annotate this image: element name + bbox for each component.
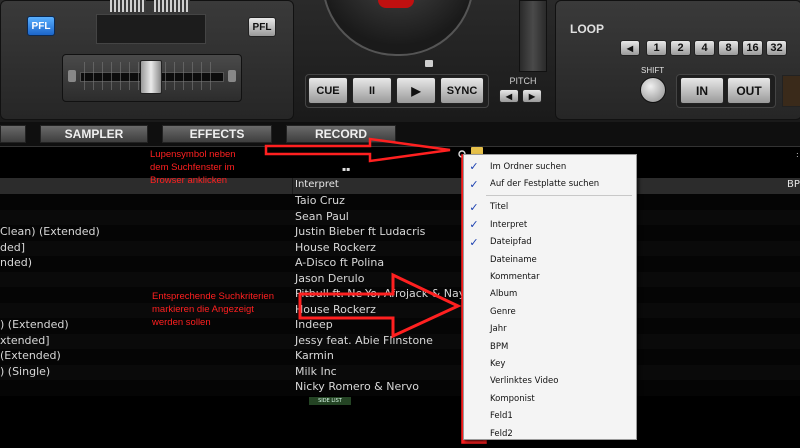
menu-item-label: Key: [490, 359, 506, 370]
menu-item-label: Auf der Festplatte suchen: [490, 179, 600, 190]
menu-item[interactable]: BPM: [464, 338, 636, 355]
checkmark-icon[interactable]: ✓: [464, 236, 484, 249]
menu-item[interactable]: Verlinktes Video: [464, 373, 636, 390]
menu-separator: [486, 194, 632, 196]
menu-item[interactable]: Feld1: [464, 408, 636, 425]
menu-item-label: Jahr: [490, 324, 507, 335]
menu-item-label: Kommentar: [490, 272, 540, 283]
menu-item[interactable]: Komponist: [464, 390, 636, 407]
menu-item-label: Feld1: [490, 411, 513, 422]
menu-item-label: Dateiname: [490, 254, 537, 265]
menu-item-label: Dateipfad: [490, 237, 532, 248]
search-criteria-menu: ✓ Im Ordner suchen ✓ Auf der Festplatte suc…: [463, 154, 637, 440]
menu-item-label: Im Ordner suchen: [490, 161, 567, 172]
annotation-arrow-criteria: [298, 272, 462, 339]
menu-item[interactable]: Album: [464, 286, 636, 303]
menu-item-label: Album: [490, 289, 518, 300]
menu-item[interactable]: ✓ Titel: [464, 199, 636, 216]
menu-item-label: Feld2: [490, 428, 513, 439]
menu-item-label: Verlinktes Video: [490, 376, 559, 387]
menu-item[interactable]: Key: [464, 355, 636, 372]
menu-item[interactable]: Dateiname: [464, 251, 636, 268]
menu-item-label: Komponist: [490, 393, 535, 404]
annotation-arrow-search: [264, 137, 451, 163]
checkmark-icon[interactable]: ✓: [464, 160, 484, 173]
menu-item-label: Titel: [490, 202, 509, 213]
menu-item[interactable]: Feld2: [464, 425, 636, 442]
menu-item-label: Genre: [490, 306, 516, 317]
checkmark-icon[interactable]: ✓: [464, 201, 484, 214]
checkmark-icon[interactable]: ✓: [464, 178, 484, 191]
menu-item[interactable]: Jahr: [464, 321, 636, 338]
menu-item[interactable]: Genre: [464, 303, 636, 320]
menu-item-label: Interpret: [490, 219, 528, 230]
checkmark-icon[interactable]: ✓: [464, 218, 484, 231]
menu-item[interactable]: ✓ Auf der Festplatte suchen: [464, 175, 636, 192]
menu-item[interactable]: Kommentar: [464, 268, 636, 285]
menu-item[interactable]: ✓ Interpret: [464, 216, 636, 233]
menu-item[interactable]: ✓ Im Ordner suchen: [464, 158, 636, 175]
menu-item-label: BPM: [490, 341, 509, 352]
menu-item[interactable]: ✓ Dateipfad: [464, 234, 636, 251]
annotation-arrows: [264, 137, 487, 444]
